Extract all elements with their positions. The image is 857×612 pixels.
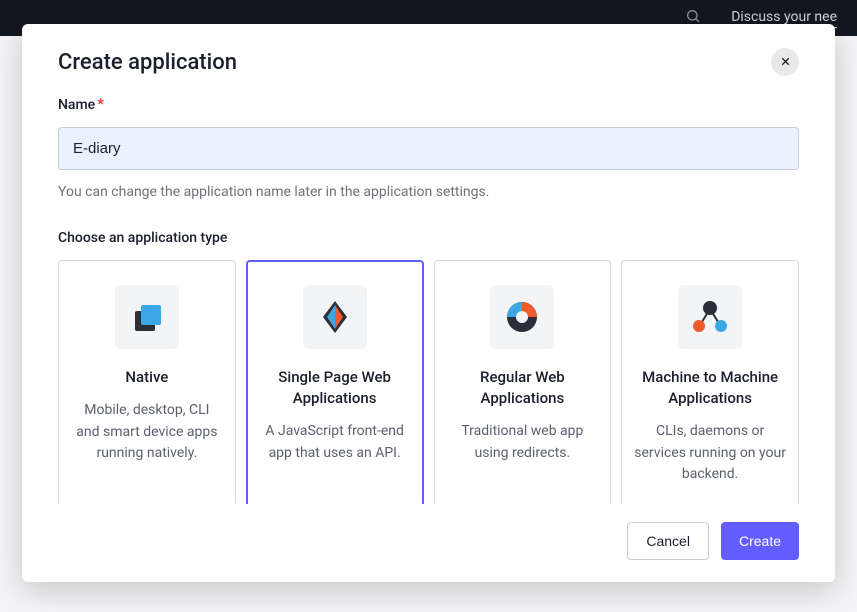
close-button[interactable] xyxy=(771,48,799,76)
type-desc: A JavaScript front-end app that uses an … xyxy=(259,421,411,464)
close-icon xyxy=(779,53,792,72)
type-title: Regular Web Applications xyxy=(447,367,599,409)
type-desc: CLIs, daemons or services running on you… xyxy=(634,421,786,486)
required-indicator: * xyxy=(97,94,104,113)
type-title: Native xyxy=(71,367,223,388)
regular-web-icon xyxy=(490,285,554,349)
modal-body: Name* You can change the application nam… xyxy=(22,94,835,504)
name-field-group: Name* You can change the application nam… xyxy=(58,94,799,200)
type-title: Single Page Web Applications xyxy=(259,367,411,409)
type-card-native[interactable]: Native Mobile, desktop, CLI and smart de… xyxy=(58,260,236,504)
name-input[interactable] xyxy=(58,127,799,170)
type-card-m2m[interactable]: Machine to Machine Applications CLIs, da… xyxy=(621,260,799,504)
name-helper-text: You can change the application name late… xyxy=(58,184,799,200)
app-type-grid: Native Mobile, desktop, CLI and smart de… xyxy=(58,260,799,504)
create-application-modal: Create application Name* You can change … xyxy=(22,24,835,582)
modal-footer: Cancel Create xyxy=(22,504,835,582)
cancel-button[interactable]: Cancel xyxy=(627,522,709,560)
name-label: Name xyxy=(58,97,95,113)
modal-title: Create application xyxy=(58,50,237,75)
m2m-icon xyxy=(678,285,742,349)
type-title: Machine to Machine Applications xyxy=(634,367,786,409)
type-card-regular-web[interactable]: Regular Web Applications Traditional web… xyxy=(434,260,612,504)
create-button[interactable]: Create xyxy=(721,522,799,560)
type-desc: Mobile, desktop, CLI and smart device ap… xyxy=(71,400,223,465)
type-desc: Traditional web app using redirects. xyxy=(447,421,599,464)
native-icon xyxy=(115,285,179,349)
app-type-section-label: Choose an application type xyxy=(58,230,799,246)
type-card-spa[interactable]: Single Page Web Applications A JavaScrip… xyxy=(246,260,424,504)
spa-icon xyxy=(303,285,367,349)
modal-header: Create application xyxy=(22,24,835,94)
